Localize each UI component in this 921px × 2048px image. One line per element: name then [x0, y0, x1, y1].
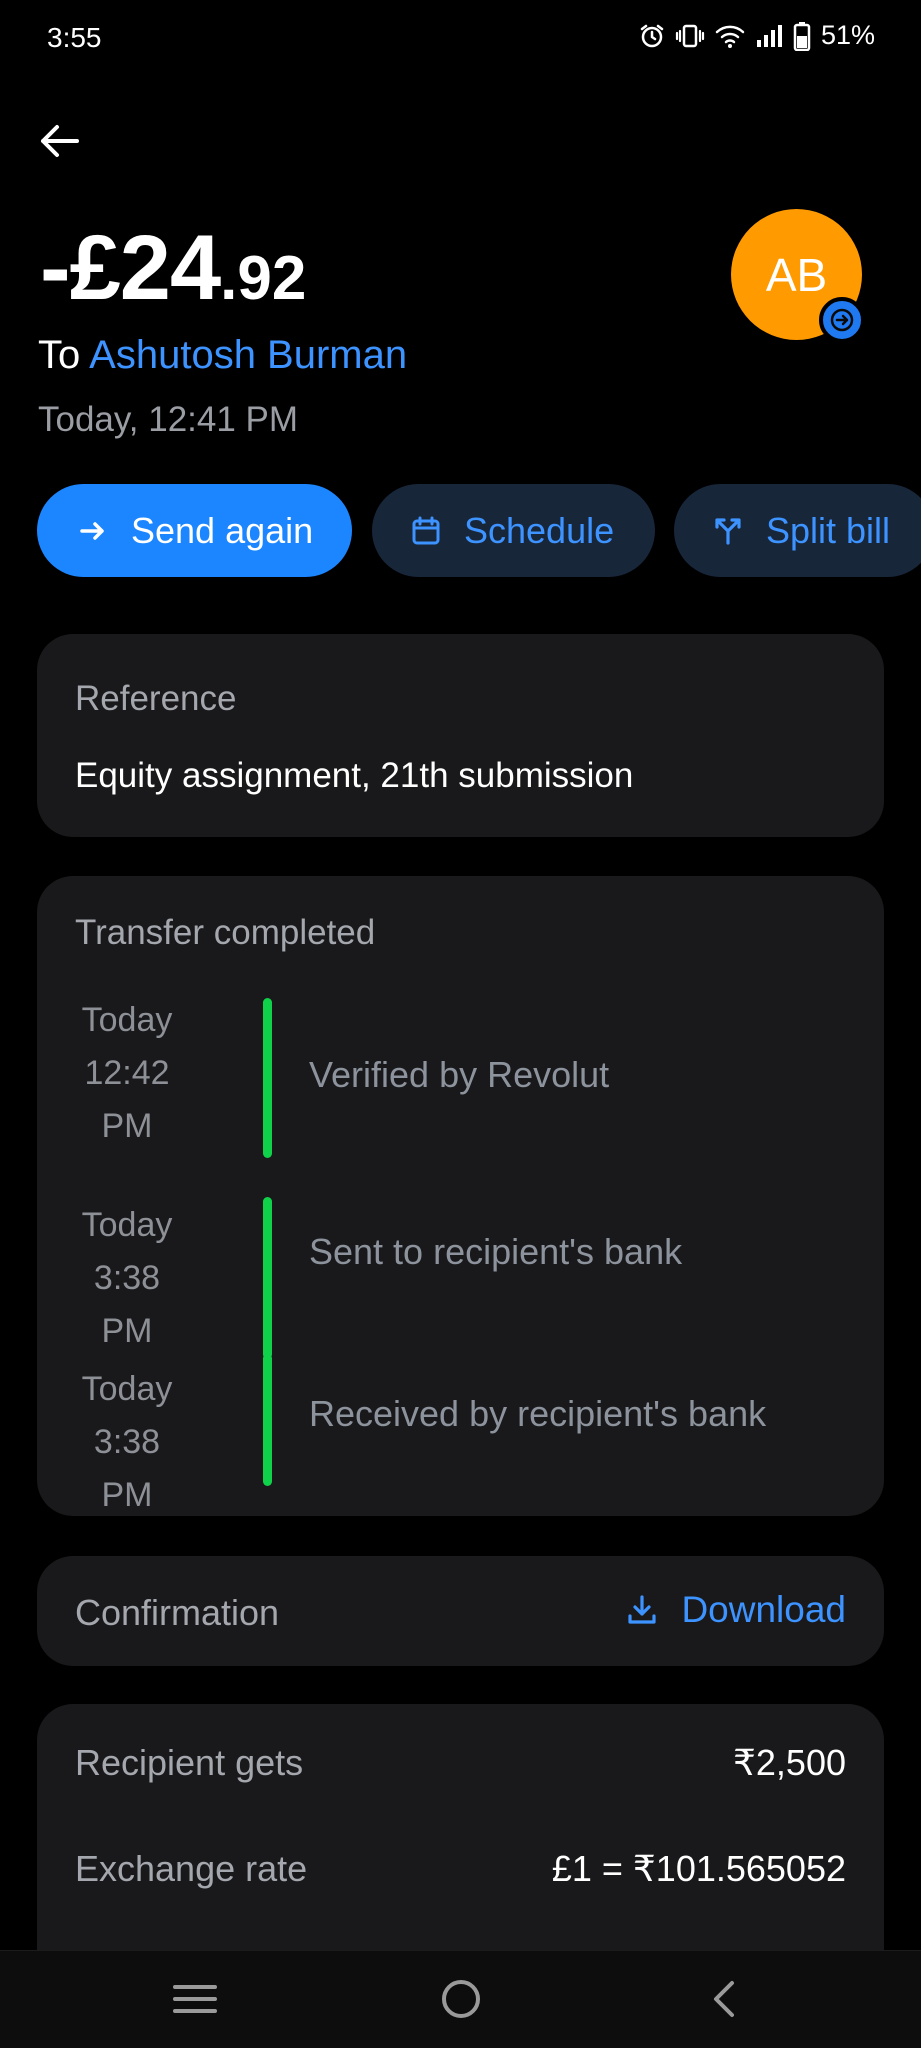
- reference-card: Reference Equity assignment, 21th submis…: [37, 634, 884, 837]
- alarm-icon: [639, 23, 665, 49]
- timeline-step-time: Today 3:38 PM: [81, 1206, 173, 1350]
- timeline-progress-bar: [263, 1354, 272, 1486]
- split-bill-button[interactable]: Split bill: [674, 484, 921, 577]
- detail-row-exchange-rate: Exchange rate £1 = ₹101.565052: [75, 1848, 846, 1890]
- transfer-status-card: Transfer completed Today 12:42 PM Verifi…: [37, 876, 884, 1516]
- amount-main: -£24: [40, 217, 221, 319]
- transaction-datetime: Today, 12:41 PM: [38, 400, 299, 439]
- status-icons: 51%: [639, 20, 875, 51]
- recent-apps-button[interactable]: [160, 1969, 230, 2029]
- transaction-details-screen: 3:55 51% -£24.92 To Ashutosh Burman Toda…: [0, 0, 921, 2048]
- download-icon: [627, 1594, 657, 1626]
- action-buttons-row: Send again Schedule Split bill: [37, 484, 921, 577]
- vibrate-icon: [675, 23, 705, 49]
- timeline-progress-bar: [263, 1197, 272, 1359]
- timeline-step-label: Received by recipient's bank: [309, 1393, 767, 1434]
- calendar-icon: [410, 515, 442, 547]
- battery-icon: [793, 21, 811, 51]
- outgoing-arrow-badge-icon: [819, 297, 865, 343]
- back-button[interactable]: [34, 116, 84, 166]
- transfer-status-title: Transfer completed: [75, 913, 376, 952]
- schedule-button[interactable]: Schedule: [372, 484, 655, 577]
- reference-value: Equity assignment, 21th submission: [75, 756, 634, 795]
- signal-icon: [755, 23, 783, 49]
- system-back-button[interactable]: [688, 1969, 758, 2029]
- amount-cents: .92: [220, 244, 307, 313]
- chevron-left-icon: [714, 1981, 734, 2017]
- menu-icon: [173, 1985, 217, 2013]
- schedule-label: Schedule: [464, 509, 615, 551]
- timeline-progress-bar: [263, 998, 272, 1158]
- detail-value: ₹2,500: [733, 1742, 846, 1783]
- download-button[interactable]: Download: [627, 1589, 846, 1631]
- to-prefix: To: [38, 333, 90, 377]
- detail-row-recipient-gets: Recipient gets ₹2,500: [75, 1742, 846, 1784]
- send-again-label: Send again: [131, 509, 314, 551]
- timeline-step-label: Verified by Revolut: [309, 1054, 610, 1095]
- send-again-button[interactable]: Send again: [37, 484, 352, 577]
- status-time: 3:55: [47, 22, 102, 53]
- download-label: Download: [681, 1589, 846, 1630]
- home-button[interactable]: [426, 1969, 496, 2029]
- confirmation-title: Confirmation: [75, 1592, 280, 1633]
- recipient-name-link[interactable]: Ashutosh Burman: [89, 333, 407, 377]
- detail-label: Exchange rate: [75, 1848, 308, 1889]
- detail-label: Recipient gets: [75, 1742, 304, 1783]
- transaction-amount: -£24.92: [40, 216, 306, 321]
- status-bar: 3:55 51%: [0, 0, 921, 78]
- split-bill-label: Split bill: [766, 509, 891, 551]
- battery-percent: 51%: [820, 20, 875, 50]
- arrow-right-icon: [79, 519, 109, 543]
- split-icon: [712, 515, 744, 547]
- confirmation-card: Confirmation Download: [37, 1556, 884, 1666]
- arrow-left-icon: [41, 125, 79, 157]
- timeline-step-label: Sent to recipient's bank: [309, 1231, 683, 1272]
- home-circle-icon: [442, 1980, 480, 2018]
- recipient-line: To Ashutosh Burman: [38, 333, 407, 378]
- detail-value: £1 = ₹101.565052: [551, 1848, 846, 1889]
- system-navigation-bar: [0, 1950, 921, 2048]
- timeline-step-time: Today 3:38 PM: [81, 1370, 173, 1514]
- wifi-icon: [715, 23, 745, 49]
- reference-title: Reference: [75, 679, 237, 718]
- timeline-step-time: Today 12:42 PM: [81, 1001, 173, 1145]
